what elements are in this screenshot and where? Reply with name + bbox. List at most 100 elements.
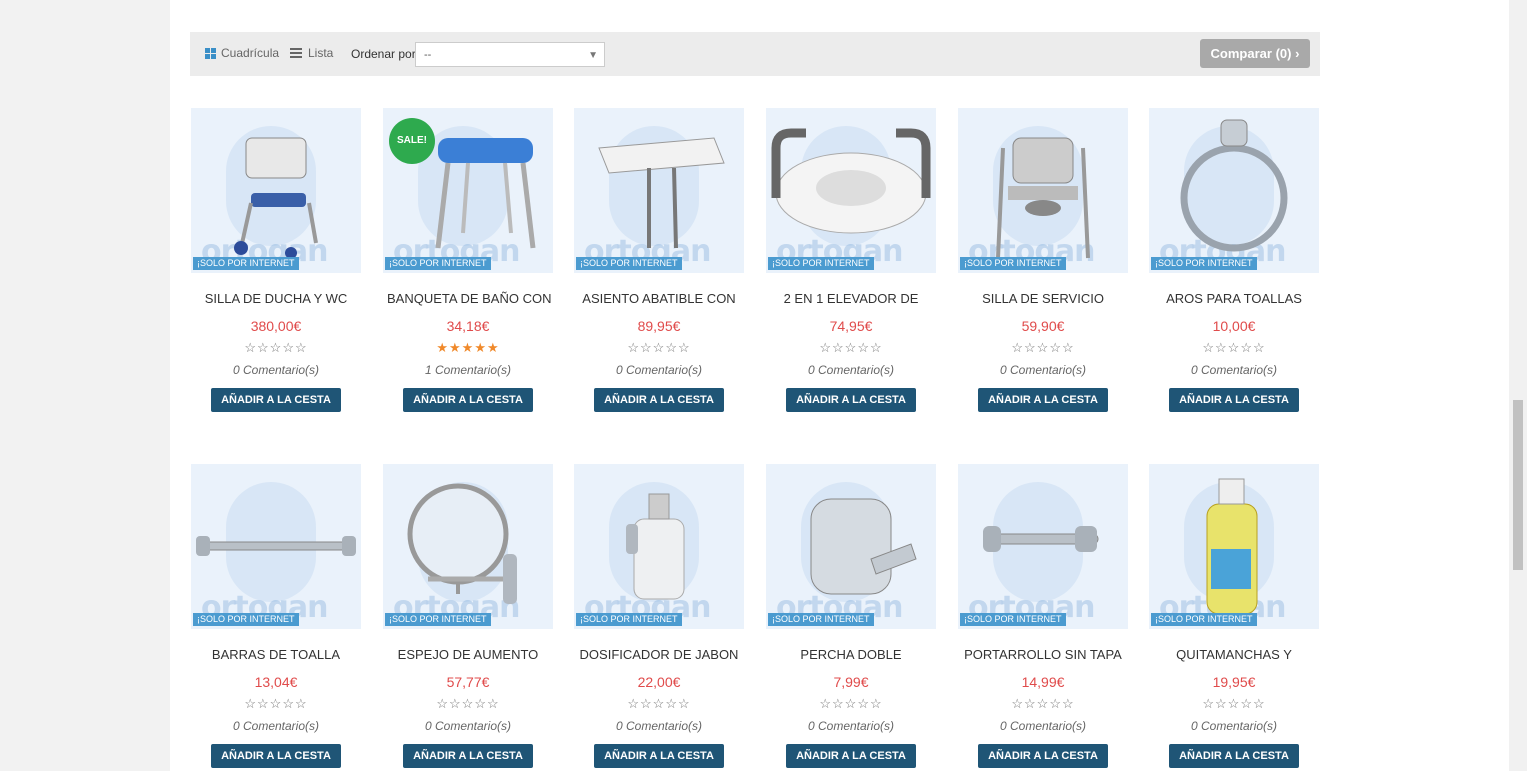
product-name[interactable]: ASIENTO ABATIBLE CON [574,291,744,307]
product-image[interactable]: ortogan ¡SOLO POR INTERNET [1149,464,1319,629]
product-photo [771,128,931,234]
chevron-down-icon: ▼ [588,50,598,61]
online-only-badge: ¡SOLO POR INTERNET [385,257,491,270]
online-only-badge: ¡SOLO POR INTERNET [576,257,682,270]
product-image[interactable]: ortogan ¡SOLO POR INTERNET [574,464,744,629]
product-comments[interactable]: 0 Comentario(s) [383,719,553,734]
product-price: 59,90€ [1021,318,1065,334]
product-image[interactable]: ortogan SALE! ¡SOLO POR INTERNET [383,108,553,273]
product-photo [810,498,917,595]
sort-select[interactable]: -- ▼ [415,42,605,67]
product-photo [983,526,1099,552]
product-price: 380,00€ [250,318,302,334]
product-name[interactable]: ESPEJO DE AUMENTO [383,647,553,663]
star-rating-icon: ☆☆☆☆☆ [436,696,500,711]
product-name[interactable]: PERCHA DOBLE [766,647,936,663]
product-name[interactable]: DOSIFICADOR DE JABON [574,647,744,663]
online-only-badge: ¡SOLO POR INTERNET [385,613,491,626]
scrollbar-thumb[interactable] [1513,400,1523,570]
online-only-badge: ¡SOLO POR INTERNET [768,257,874,270]
product-image[interactable]: ortogan ¡SOLO POR INTERNET [766,108,936,273]
product-comments[interactable]: 0 Comentario(s) [958,363,1128,378]
product-photo [996,137,1090,259]
star-rating-icon: ☆☆☆☆☆ [244,696,308,711]
product-listing-page: Cuadrícula Lista Ordenar por -- ▼ Compar… [170,0,1509,771]
product-name[interactable]: QUITAMANCHAS Y [1149,647,1319,663]
listing-toolbar: Cuadrícula Lista Ordenar por -- ▼ Compar… [190,32,1320,76]
product-comments[interactable]: 0 Comentario(s) [1149,719,1319,734]
product-price: 19,95€ [1212,674,1256,690]
product-card: ortogan ¡SOLO POR INTERNET 2 EN 1 ELEVAD… [766,108,936,412]
product-comments[interactable]: 1 Comentario(s) [383,363,553,378]
product-card: ortogan ¡SOLO POR INTERNET SILLA DE DUCH… [191,108,361,412]
product-card: ortogan ¡SOLO POR INTERNET PORTARROLLO S… [958,464,1128,768]
add-to-cart-button[interactable]: AÑADIR A LA CESTA [786,388,916,412]
product-image[interactable]: ortogan ¡SOLO POR INTERNET [958,464,1128,629]
product-price: 7,99€ [833,674,869,690]
product-card: ortogan ¡SOLO POR INTERNET PERCHA DOBLE … [766,464,936,768]
product-price: 74,95€ [829,318,873,334]
product-name[interactable]: BANQUETA DE BAÑO CON [383,291,553,307]
star-rating-icon: ☆☆☆☆☆ [1011,696,1075,711]
product-image[interactable]: ortogan ¡SOLO POR INTERNET [574,108,744,273]
add-to-cart-button[interactable]: AÑADIR A LA CESTA [1169,388,1299,412]
product-photo [1180,119,1288,252]
product-price: 14,99€ [1021,674,1065,690]
product-name[interactable]: PORTARROLLO SIN TAPA [958,647,1128,663]
product-photo [196,536,356,556]
product-comments[interactable]: 0 Comentario(s) [191,719,361,734]
list-view-button[interactable]: Lista [290,46,333,60]
star-rating-icon: ☆☆☆☆☆ [819,340,883,355]
list-icon [290,47,302,60]
star-rating-icon: ☆☆☆☆☆ [1011,340,1075,355]
add-to-cart-button[interactable]: AÑADIR A LA CESTA [211,744,341,768]
product-photo [1206,478,1258,615]
product-comments[interactable]: 0 Comentario(s) [574,719,744,734]
product-name[interactable]: 2 EN 1 ELEVADOR DE [766,291,936,307]
product-card: ortogan ¡SOLO POR INTERNET SILLA DE SERV… [958,108,1128,412]
add-to-cart-button[interactable]: AÑADIR A LA CESTA [594,388,724,412]
product-image[interactable]: ortogan ¡SOLO POR INTERNET [191,108,361,273]
product-comments[interactable]: 0 Comentario(s) [1149,363,1319,378]
star-rating-icon: ☆☆☆☆☆ [627,696,691,711]
product-comments[interactable]: 0 Comentario(s) [766,363,936,378]
add-to-cart-button[interactable]: AÑADIR A LA CESTA [594,744,724,768]
grid-view-button[interactable]: Cuadrícula [205,46,279,60]
add-to-cart-button[interactable]: AÑADIR A LA CESTA [978,744,1108,768]
star-rating-icon: ☆☆☆☆☆ [244,340,308,355]
add-to-cart-button[interactable]: AÑADIR A LA CESTA [978,388,1108,412]
product-comments[interactable]: 0 Comentario(s) [574,363,744,378]
product-card: ortogan ¡SOLO POR INTERNET ASIENTO ABATI… [574,108,744,412]
sort-label: Ordenar por [351,47,416,61]
add-to-cart-button[interactable]: AÑADIR A LA CESTA [403,388,533,412]
product-name[interactable]: SILLA DE DUCHA Y WC [191,291,361,307]
compare-button[interactable]: Comparar (0) › [1200,39,1310,68]
product-price: 89,95€ [637,318,681,334]
online-only-badge: ¡SOLO POR INTERNET [576,613,682,626]
product-comments[interactable]: 0 Comentario(s) [958,719,1128,734]
scrollbar[interactable] [1509,0,1527,771]
compare-button-label: Comparar (0) [1210,46,1292,61]
product-name[interactable]: AROS PARA TOALLAS [1149,291,1319,307]
add-to-cart-button[interactable]: AÑADIR A LA CESTA [211,388,341,412]
add-to-cart-button[interactable]: AÑADIR A LA CESTA [786,744,916,768]
online-only-badge: ¡SOLO POR INTERNET [960,613,1066,626]
grid-view-label: Cuadrícula [221,46,280,60]
add-to-cart-button[interactable]: AÑADIR A LA CESTA [1169,744,1299,768]
product-image[interactable]: ortogan ¡SOLO POR INTERNET [191,464,361,629]
product-price: 22,00€ [637,674,681,690]
product-card: ortogan ¡SOLO POR INTERNET DOSIFICADOR D… [574,464,744,768]
star-rating-icon: ★★★★★ [436,340,500,355]
online-only-badge: ¡SOLO POR INTERNET [1151,257,1257,270]
product-image[interactable]: ortogan ¡SOLO POR INTERNET [958,108,1128,273]
product-comments[interactable]: 0 Comentario(s) [766,719,936,734]
add-to-cart-button[interactable]: AÑADIR A LA CESTA [403,744,533,768]
product-image[interactable]: ortogan ¡SOLO POR INTERNET [766,464,936,629]
product-image[interactable]: ortogan ¡SOLO POR INTERNET [1149,108,1319,273]
product-comments[interactable]: 0 Comentario(s) [191,363,361,378]
product-name[interactable]: BARRAS DE TOALLA [191,647,361,663]
online-only-badge: ¡SOLO POR INTERNET [1151,613,1257,626]
product-card: ortogan ¡SOLO POR INTERNET QUITAMANCHAS … [1149,464,1319,768]
product-image[interactable]: ortogan ¡SOLO POR INTERNET [383,464,553,629]
product-name[interactable]: SILLA DE SERVICIO [958,291,1128,307]
